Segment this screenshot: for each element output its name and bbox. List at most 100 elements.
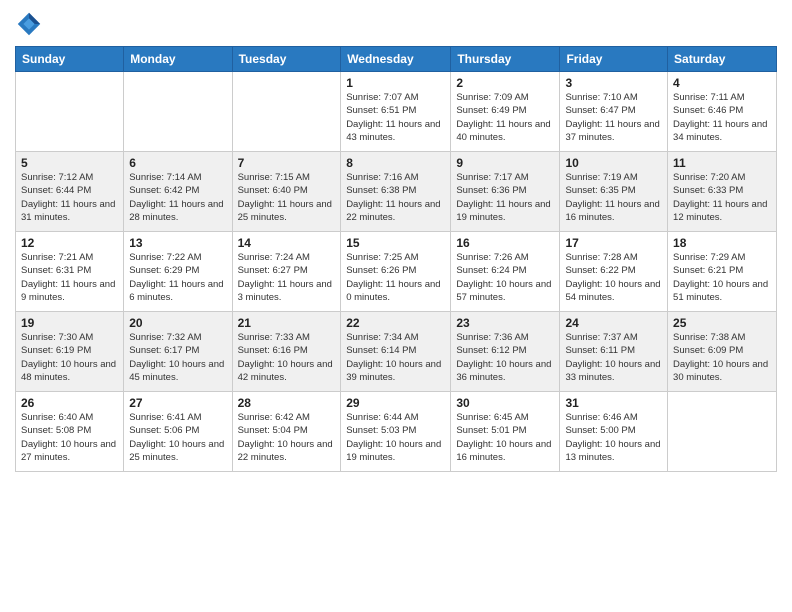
calendar-cell [232,72,341,152]
day-info: Sunrise: 7:24 AM Sunset: 6:27 PM Dayligh… [238,251,336,304]
day-info: Sunrise: 7:14 AM Sunset: 6:42 PM Dayligh… [129,171,226,224]
day-info: Sunrise: 7:36 AM Sunset: 6:12 PM Dayligh… [456,331,554,384]
day-info: Sunrise: 7:37 AM Sunset: 6:11 PM Dayligh… [565,331,662,384]
day-info: Sunrise: 7:11 AM Sunset: 6:46 PM Dayligh… [673,91,771,144]
day-number: 29 [346,396,445,410]
calendar-header-saturday: Saturday [668,47,777,72]
calendar-cell: 10Sunrise: 7:19 AM Sunset: 6:35 PM Dayli… [560,152,668,232]
day-number: 19 [21,316,118,330]
calendar-cell: 13Sunrise: 7:22 AM Sunset: 6:29 PM Dayli… [124,232,232,312]
calendar-cell: 22Sunrise: 7:34 AM Sunset: 6:14 PM Dayli… [341,312,451,392]
calendar-cell: 16Sunrise: 7:26 AM Sunset: 6:24 PM Dayli… [451,232,560,312]
calendar-header-sunday: Sunday [16,47,124,72]
day-number: 15 [346,236,445,250]
calendar-header-thursday: Thursday [451,47,560,72]
calendar-cell: 15Sunrise: 7:25 AM Sunset: 6:26 PM Dayli… [341,232,451,312]
day-info: Sunrise: 6:41 AM Sunset: 5:06 PM Dayligh… [129,411,226,464]
day-info: Sunrise: 7:19 AM Sunset: 6:35 PM Dayligh… [565,171,662,224]
calendar-week-row: 26Sunrise: 6:40 AM Sunset: 5:08 PM Dayli… [16,392,777,472]
day-number: 3 [565,76,662,90]
calendar-header-row: SundayMondayTuesdayWednesdayThursdayFrid… [16,47,777,72]
calendar-cell: 26Sunrise: 6:40 AM Sunset: 5:08 PM Dayli… [16,392,124,472]
day-number: 14 [238,236,336,250]
calendar-cell: 24Sunrise: 7:37 AM Sunset: 6:11 PM Dayli… [560,312,668,392]
day-info: Sunrise: 6:40 AM Sunset: 5:08 PM Dayligh… [21,411,118,464]
calendar-week-row: 5Sunrise: 7:12 AM Sunset: 6:44 PM Daylig… [16,152,777,232]
day-info: Sunrise: 7:25 AM Sunset: 6:26 PM Dayligh… [346,251,445,304]
calendar-cell: 1Sunrise: 7:07 AM Sunset: 6:51 PM Daylig… [341,72,451,152]
calendar-cell: 31Sunrise: 6:46 AM Sunset: 5:00 PM Dayli… [560,392,668,472]
day-number: 12 [21,236,118,250]
day-info: Sunrise: 7:07 AM Sunset: 6:51 PM Dayligh… [346,91,445,144]
calendar-cell [16,72,124,152]
day-number: 16 [456,236,554,250]
day-info: Sunrise: 7:38 AM Sunset: 6:09 PM Dayligh… [673,331,771,384]
day-number: 10 [565,156,662,170]
day-number: 8 [346,156,445,170]
calendar-cell [124,72,232,152]
day-number: 26 [21,396,118,410]
day-number: 5 [21,156,118,170]
calendar-cell: 14Sunrise: 7:24 AM Sunset: 6:27 PM Dayli… [232,232,341,312]
calendar-cell: 19Sunrise: 7:30 AM Sunset: 6:19 PM Dayli… [16,312,124,392]
logo [15,10,45,38]
day-info: Sunrise: 7:33 AM Sunset: 6:16 PM Dayligh… [238,331,336,384]
day-number: 30 [456,396,554,410]
day-info: Sunrise: 7:15 AM Sunset: 6:40 PM Dayligh… [238,171,336,224]
day-number: 4 [673,76,771,90]
day-number: 6 [129,156,226,170]
day-number: 13 [129,236,226,250]
calendar-table: SundayMondayTuesdayWednesdayThursdayFrid… [15,46,777,472]
calendar-week-row: 19Sunrise: 7:30 AM Sunset: 6:19 PM Dayli… [16,312,777,392]
day-number: 24 [565,316,662,330]
day-number: 22 [346,316,445,330]
calendar-cell: 28Sunrise: 6:42 AM Sunset: 5:04 PM Dayli… [232,392,341,472]
day-info: Sunrise: 7:10 AM Sunset: 6:47 PM Dayligh… [565,91,662,144]
calendar-cell: 3Sunrise: 7:10 AM Sunset: 6:47 PM Daylig… [560,72,668,152]
day-info: Sunrise: 7:20 AM Sunset: 6:33 PM Dayligh… [673,171,771,224]
calendar-cell: 4Sunrise: 7:11 AM Sunset: 6:46 PM Daylig… [668,72,777,152]
calendar-cell [668,392,777,472]
day-info: Sunrise: 7:21 AM Sunset: 6:31 PM Dayligh… [21,251,118,304]
calendar-cell: 27Sunrise: 6:41 AM Sunset: 5:06 PM Dayli… [124,392,232,472]
calendar-header-wednesday: Wednesday [341,47,451,72]
day-number: 21 [238,316,336,330]
day-number: 28 [238,396,336,410]
calendar-header-monday: Monday [124,47,232,72]
calendar-cell: 29Sunrise: 6:44 AM Sunset: 5:03 PM Dayli… [341,392,451,472]
calendar-cell: 25Sunrise: 7:38 AM Sunset: 6:09 PM Dayli… [668,312,777,392]
calendar-cell: 5Sunrise: 7:12 AM Sunset: 6:44 PM Daylig… [16,152,124,232]
day-info: Sunrise: 7:22 AM Sunset: 6:29 PM Dayligh… [129,251,226,304]
logo-icon [15,10,43,38]
day-info: Sunrise: 6:42 AM Sunset: 5:04 PM Dayligh… [238,411,336,464]
calendar-cell: 23Sunrise: 7:36 AM Sunset: 6:12 PM Dayli… [451,312,560,392]
day-number: 27 [129,396,226,410]
day-number: 7 [238,156,336,170]
day-number: 25 [673,316,771,330]
calendar-cell: 7Sunrise: 7:15 AM Sunset: 6:40 PM Daylig… [232,152,341,232]
calendar-cell: 30Sunrise: 6:45 AM Sunset: 5:01 PM Dayli… [451,392,560,472]
day-number: 18 [673,236,771,250]
calendar-cell: 6Sunrise: 7:14 AM Sunset: 6:42 PM Daylig… [124,152,232,232]
day-info: Sunrise: 7:17 AM Sunset: 6:36 PM Dayligh… [456,171,554,224]
day-number: 23 [456,316,554,330]
day-info: Sunrise: 7:29 AM Sunset: 6:21 PM Dayligh… [673,251,771,304]
calendar-cell: 21Sunrise: 7:33 AM Sunset: 6:16 PM Dayli… [232,312,341,392]
day-info: Sunrise: 7:16 AM Sunset: 6:38 PM Dayligh… [346,171,445,224]
day-info: Sunrise: 7:34 AM Sunset: 6:14 PM Dayligh… [346,331,445,384]
day-info: Sunrise: 7:26 AM Sunset: 6:24 PM Dayligh… [456,251,554,304]
calendar-cell: 8Sunrise: 7:16 AM Sunset: 6:38 PM Daylig… [341,152,451,232]
day-info: Sunrise: 6:46 AM Sunset: 5:00 PM Dayligh… [565,411,662,464]
day-number: 1 [346,76,445,90]
calendar-cell: 12Sunrise: 7:21 AM Sunset: 6:31 PM Dayli… [16,232,124,312]
day-number: 20 [129,316,226,330]
page: SundayMondayTuesdayWednesdayThursdayFrid… [0,0,792,612]
day-number: 2 [456,76,554,90]
day-info: Sunrise: 7:09 AM Sunset: 6:49 PM Dayligh… [456,91,554,144]
calendar-week-row: 12Sunrise: 7:21 AM Sunset: 6:31 PM Dayli… [16,232,777,312]
day-number: 11 [673,156,771,170]
day-info: Sunrise: 7:12 AM Sunset: 6:44 PM Dayligh… [21,171,118,224]
calendar-cell: 11Sunrise: 7:20 AM Sunset: 6:33 PM Dayli… [668,152,777,232]
day-info: Sunrise: 6:44 AM Sunset: 5:03 PM Dayligh… [346,411,445,464]
calendar-cell: 18Sunrise: 7:29 AM Sunset: 6:21 PM Dayli… [668,232,777,312]
